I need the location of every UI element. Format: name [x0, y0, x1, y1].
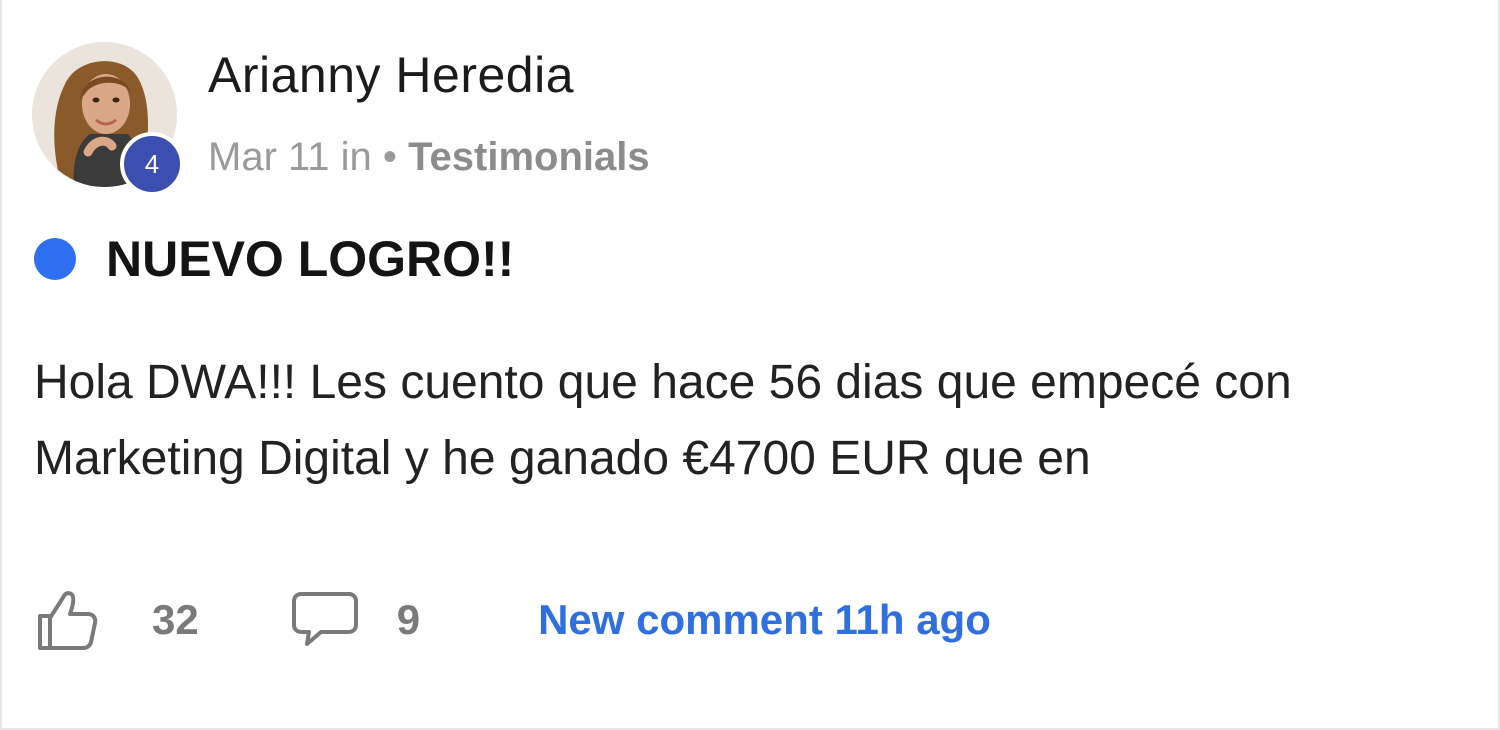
unread-dot-icon [34, 238, 76, 280]
post-title[interactable]: NUEVO LOGRO!! [106, 230, 514, 288]
like-button[interactable]: 32 [34, 588, 199, 652]
post-title-row: NUEVO LOGRO!! [34, 230, 514, 288]
author-name[interactable]: Arianny Heredia [208, 46, 574, 104]
category-link[interactable]: Testimonials [408, 135, 650, 179]
new-comment-link[interactable]: New comment 11h ago [538, 596, 991, 644]
meta-separator: • [382, 135, 397, 179]
level-badge: 4 [120, 132, 184, 196]
post-actions: 32 9 New comment 11h ago [34, 585, 991, 655]
meta-in-word: in [340, 135, 372, 179]
comment-count: 9 [396, 596, 421, 643]
post-body[interactable]: Hola DWA!!! Les cuento que hace 56 dias … [34, 345, 1454, 497]
thumbs-up-icon[interactable] [34, 588, 98, 652]
comment-bubble-icon[interactable] [291, 590, 359, 650]
post-card[interactable]: 4 Arianny Heredia Mar 11 in • Testimonia… [0, 0, 1500, 730]
like-count: 32 [152, 596, 199, 643]
comment-button[interactable]: 9 [291, 590, 420, 650]
post-meta: Mar 11 in • Testimonials [208, 135, 650, 180]
post-date: Mar 11 [208, 135, 330, 179]
author-avatar-link[interactable]: 4 [32, 42, 184, 196]
